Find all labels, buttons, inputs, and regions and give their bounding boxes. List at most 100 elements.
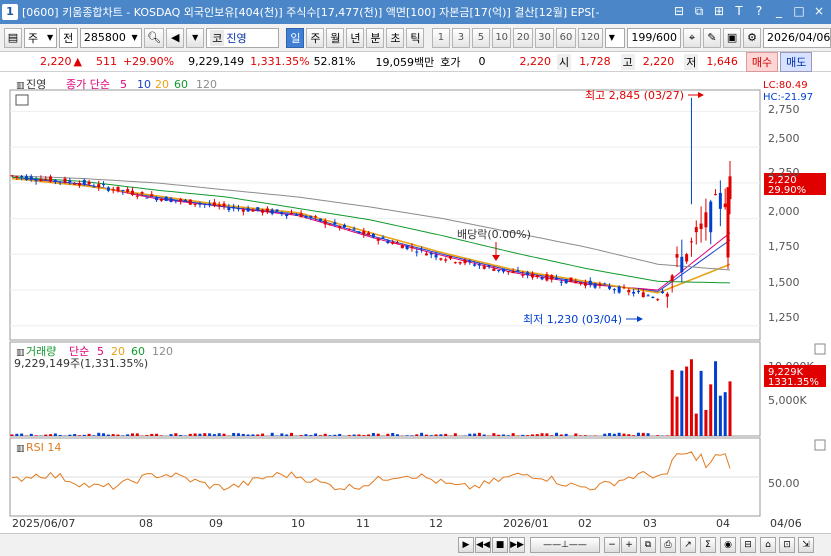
hc-value: HC:-21.97	[763, 92, 813, 103]
volume-bar	[521, 434, 525, 436]
candle-body	[651, 296, 655, 298]
candle-body	[381, 237, 385, 239]
tools-icon[interactable]: ✎	[703, 27, 722, 48]
price-tick: 2,500	[768, 132, 800, 145]
volume-bar	[685, 366, 689, 436]
period-second[interactable]: 초	[386, 27, 405, 48]
help-icon[interactable]: ?	[751, 3, 767, 19]
interval-30[interactable]: 30	[534, 27, 555, 48]
volume-bar	[261, 433, 265, 436]
candle-body	[24, 176, 28, 180]
gear-icon[interactable]: ⚙	[743, 27, 762, 48]
candle-body	[77, 182, 81, 186]
period-day[interactable]: 일	[286, 27, 305, 48]
save-icon[interactable]: ▣	[723, 27, 742, 48]
candle-body	[453, 262, 457, 264]
minimize-icon[interactable]: _	[771, 3, 787, 19]
candle-body	[598, 283, 602, 286]
layout-icon[interactable]: ⊡	[779, 537, 795, 553]
rsi-panel-collapse-button[interactable]	[814, 439, 826, 451]
volume-bar	[444, 433, 448, 436]
chart-menu-icon[interactable]: ▤	[4, 27, 22, 48]
code-prefix: 코	[210, 29, 225, 46]
zoom-slider[interactable]: ——⊥——	[530, 537, 600, 553]
restore-icon[interactable]: ⧉	[691, 3, 707, 19]
candle-body	[289, 213, 293, 215]
volume-bar	[111, 434, 115, 436]
volume-bar	[289, 432, 293, 436]
period-month[interactable]: 월	[326, 27, 345, 48]
candle-body	[680, 256, 684, 273]
volume-bar	[429, 435, 433, 436]
speaker-icon[interactable]: ◀	[166, 27, 185, 48]
table-icon[interactable]	[15, 94, 29, 106]
price-panel-frame	[9, 89, 761, 341]
scroll-arrow-icon[interactable]: ⇲	[798, 537, 814, 553]
grid-icon[interactable]: ⊞	[711, 3, 727, 19]
volume-bar	[49, 434, 53, 436]
interval-1[interactable]: 1	[431, 27, 450, 48]
interval-10[interactable]: 10	[491, 27, 512, 48]
period-week[interactable]: 주	[306, 27, 325, 48]
volume-bar	[371, 432, 375, 436]
chart-area[interactable]: ▥ 진영 종가 단순 5 10 20 60 120 LC:80.49 HC:-2…	[0, 72, 831, 542]
date-field[interactable]: 2026/04/06	[763, 27, 831, 48]
interval-5[interactable]: 5	[471, 27, 490, 48]
sell-button[interactable]: 매도	[780, 51, 813, 72]
volume-bar	[386, 433, 390, 436]
scroll-right-icon[interactable]: ▶	[458, 537, 474, 553]
candle-body	[34, 180, 38, 182]
split-icon[interactable]: ⊟	[671, 3, 687, 19]
market-value-field[interactable]: 전	[59, 27, 78, 48]
interval-dropdown[interactable]: ▼	[604, 27, 626, 48]
close-icon[interactable]: ×	[811, 3, 827, 19]
camera-icon[interactable]: ⌂	[760, 537, 776, 553]
line-style-icon[interactable]: ↗	[680, 537, 696, 553]
toggle-icon[interactable]: ⊟	[740, 537, 756, 553]
display-count-field[interactable]: 199/600	[627, 27, 682, 48]
stock-name-field[interactable]: 코 진영	[206, 27, 279, 48]
period-tick[interactable]: 틱	[406, 27, 425, 48]
fast-forward-icon[interactable]: ▶▶	[509, 537, 525, 553]
period-minute[interactable]: 분	[366, 27, 385, 48]
ma-legend-label: 종가 단순	[66, 78, 110, 91]
volume-bar	[709, 384, 713, 436]
stock-chart[interactable]: ▥ 진영 종가 단순 5 10 20 60 120 LC:80.49 HC:-2…	[0, 72, 831, 533]
candle-body	[357, 231, 361, 233]
volume-bar	[241, 433, 245, 436]
interval-3[interactable]: 3	[451, 27, 470, 48]
stock-code-input[interactable]: 285800 ▼	[79, 27, 142, 48]
crosshair-icon[interactable]: ⌖	[683, 27, 702, 48]
zoom-out-icon[interactable]: −	[604, 537, 620, 553]
chevron-down-icon[interactable]: ▼	[186, 27, 205, 48]
volume-panel-collapse-button[interactable]	[814, 343, 826, 355]
period-year[interactable]: 년	[346, 27, 365, 48]
rsi-options-icon[interactable]: ▥	[16, 444, 25, 454]
indicator-icon[interactable]: Σ	[700, 537, 716, 553]
interval-20[interactable]: 20	[513, 27, 533, 48]
volume-bar	[333, 434, 337, 436]
volume-bar	[53, 433, 57, 436]
volume-bar	[188, 433, 192, 436]
candle-body	[246, 208, 250, 212]
candle-body	[699, 223, 703, 230]
candle-body	[574, 280, 578, 284]
stop-icon[interactable]: ■	[492, 537, 508, 553]
search-icon[interactable]: 🔍︎	[143, 27, 165, 48]
chart-options-icon[interactable]: ▥	[16, 81, 25, 91]
maximize-icon[interactable]: □	[791, 3, 807, 19]
interval-120[interactable]: 120	[577, 27, 603, 48]
print-icon[interactable]: ⎙	[660, 537, 676, 553]
interval-60[interactable]: 60	[556, 27, 576, 48]
volume-bar	[410, 435, 414, 436]
eye-icon[interactable]: ◉	[720, 537, 736, 553]
candle-body	[145, 197, 149, 199]
rewind-icon[interactable]: ◀◀	[475, 537, 491, 553]
text-icon[interactable]: T	[731, 3, 747, 19]
market-type-select[interactable]: 주 ▼	[24, 27, 58, 48]
zoom-in-icon[interactable]: +	[621, 537, 637, 553]
buy-button[interactable]: 매수	[745, 51, 779, 72]
copy-icon[interactable]: ⧉	[640, 537, 656, 553]
volume-bar	[126, 434, 130, 436]
volume-bar	[420, 432, 424, 436]
